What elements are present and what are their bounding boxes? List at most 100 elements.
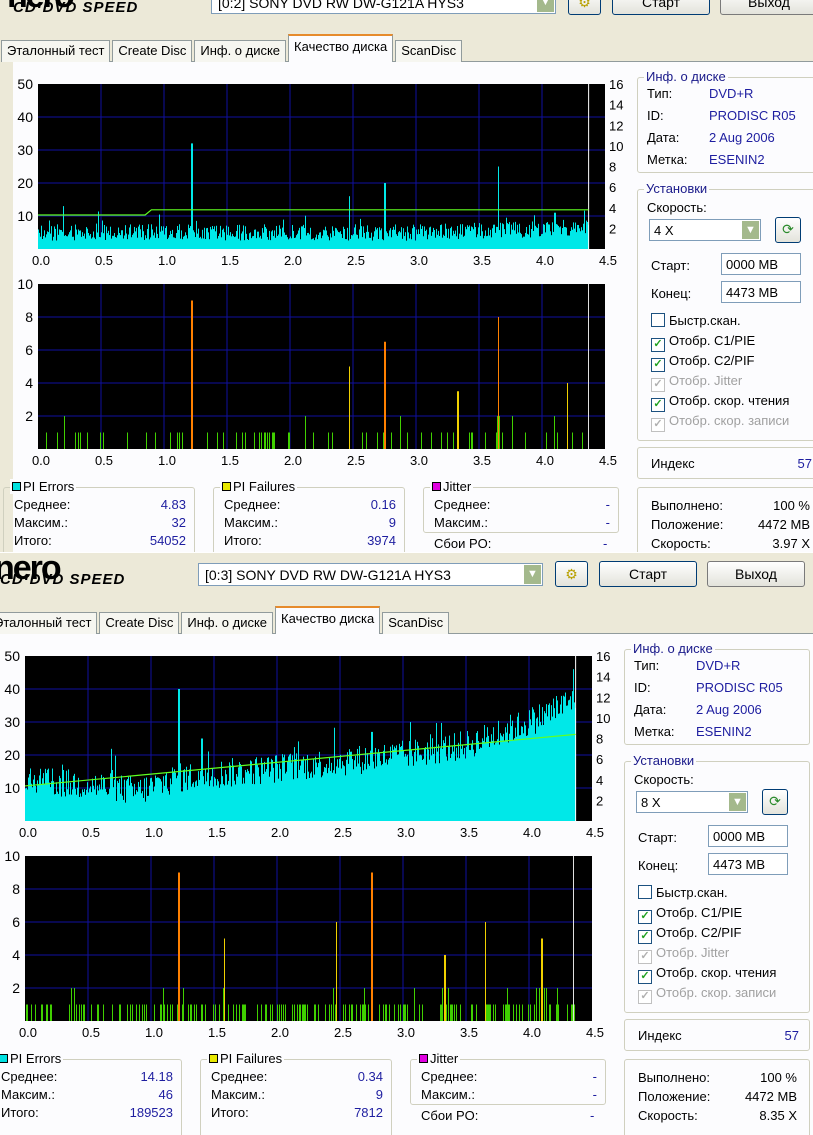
data-bar xyxy=(295,237,296,249)
option-checkbox[interactable]: ✓ Отобр. скор. чтения xyxy=(651,393,789,413)
checkbox-icon[interactable]: ✓ xyxy=(638,990,652,1004)
speed-select[interactable]: 8 X ▼ xyxy=(636,791,748,813)
refresh-speed-button[interactable]: ⟳ xyxy=(762,789,788,815)
jitter-avg-value: - xyxy=(605,497,610,512)
data-bar xyxy=(295,758,296,821)
data-bar xyxy=(75,224,76,249)
option-checkbox[interactable]: ✓ Отобр. скор. чтения xyxy=(638,965,776,985)
data-bar xyxy=(301,226,302,249)
checkbox-icon[interactable] xyxy=(651,313,665,327)
tab-benchmark[interactable]: Эталонный тест xyxy=(1,40,111,62)
tab-scandisc[interactable]: ScanDisc xyxy=(382,612,450,634)
data-bar xyxy=(499,416,500,449)
chevron-down-icon[interactable]: ▼ xyxy=(729,793,746,811)
data-bar xyxy=(232,233,233,249)
data-bar xyxy=(570,696,571,821)
exit-button[interactable]: Выход xyxy=(720,0,813,15)
data-bar xyxy=(104,778,105,821)
option-checkbox[interactable]: Быстр.скан. xyxy=(651,313,789,333)
option-checkbox[interactable]: ✓ Отобр. C1/PIE xyxy=(651,333,789,353)
data-bar xyxy=(58,793,59,821)
checkbox-icon[interactable]: ✓ xyxy=(638,970,652,984)
speed-select[interactable]: 4 X ▼ xyxy=(649,219,761,241)
end-input[interactable]: 4473 MB xyxy=(721,281,801,303)
exit-button[interactable]: Выход xyxy=(707,561,805,587)
chevron-down-icon[interactable]: ▼ xyxy=(524,565,541,584)
data-bar xyxy=(191,143,192,249)
data-bar xyxy=(472,227,473,249)
tab-benchmark[interactable]: Эталонный тест xyxy=(0,612,98,634)
x-tick-label: 3.5 xyxy=(473,253,491,268)
data-bar xyxy=(197,233,198,249)
drive-select[interactable]: [0:3] SONY DVD RW DW-G121A HYS3 ▼ xyxy=(198,563,543,586)
data-bar xyxy=(155,775,156,821)
data-bar xyxy=(447,760,448,821)
data-bar xyxy=(510,234,511,249)
data-bar xyxy=(441,722,442,821)
data-bar xyxy=(169,235,170,249)
data-bar xyxy=(510,714,511,821)
checkbox-icon[interactable]: ✓ xyxy=(638,930,652,944)
drive-config-button[interactable]: ⚙ xyxy=(555,561,588,587)
data-bar xyxy=(456,236,457,249)
tab-create-disc[interactable]: Create Disc xyxy=(99,612,180,634)
data-bar xyxy=(315,1004,316,1021)
tab-disc-quality[interactable]: Качество диска xyxy=(275,606,381,634)
checkbox-icon[interactable]: ✓ xyxy=(638,910,652,924)
checkbox-icon[interactable]: ✓ xyxy=(651,418,665,432)
data-bar xyxy=(168,791,169,821)
pif-total-value: 3974 xyxy=(367,533,396,548)
data-bar xyxy=(555,718,556,821)
checkbox-icon[interactable]: ✓ xyxy=(638,950,652,964)
end-input[interactable]: 4473 MB xyxy=(708,853,788,875)
checkbox-icon[interactable]: ✓ xyxy=(651,398,665,412)
data-bar xyxy=(572,229,573,249)
tab-scandisc[interactable]: ScanDisc xyxy=(395,40,463,62)
tab-disc-info[interactable]: Инф. о диске xyxy=(181,612,274,634)
data-bar xyxy=(277,235,278,249)
checkbox-icon[interactable]: ✓ xyxy=(651,358,665,372)
option-checkbox[interactable]: ✓ Отобр. C2/PIF xyxy=(651,353,789,373)
data-bar xyxy=(573,222,574,249)
x-tick-label: 1.5 xyxy=(208,825,226,840)
data-bar xyxy=(344,766,345,821)
data-bar xyxy=(564,696,565,821)
data-bar xyxy=(497,226,498,249)
data-bar xyxy=(536,227,537,249)
data-bar xyxy=(151,224,152,249)
tab-disc-info[interactable]: Инф. о диске xyxy=(194,40,287,62)
data-bar xyxy=(98,1004,99,1021)
data-bar xyxy=(363,770,364,821)
data-bar xyxy=(262,228,263,249)
checkbox-icon[interactable]: ✓ xyxy=(651,338,665,352)
option-checkbox[interactable]: ✓ Отобр. C1/PIE xyxy=(638,905,776,925)
chevron-down-icon[interactable]: ▼ xyxy=(742,221,759,239)
data-bar xyxy=(128,234,129,249)
disc-info-group: Инф. о диске Тип: DVD+R ID: PRODISC R05 Да… xyxy=(624,641,810,745)
data-bar xyxy=(203,776,204,821)
drive-select[interactable]: [0:2] SONY DVD RW DW-G121A HYS3 ▼ xyxy=(211,0,556,14)
data-bar xyxy=(282,754,283,821)
refresh-speed-button[interactable]: ⟳ xyxy=(775,217,801,243)
start-input[interactable]: 0000 MB xyxy=(708,825,788,847)
checkbox-icon[interactable] xyxy=(638,885,652,899)
option-checkbox[interactable]: Быстр.скан. xyxy=(638,885,776,905)
data-bar xyxy=(257,1004,258,1021)
tab-disc-quality[interactable]: Качество диска xyxy=(288,34,394,62)
start-input[interactable]: 0000 MB xyxy=(721,253,801,275)
start-button[interactable]: Старт xyxy=(599,561,697,587)
data-bar xyxy=(167,1004,168,1021)
option-checkbox[interactable]: ✓ Отобр. C2/PIF xyxy=(638,925,776,945)
data-bar xyxy=(144,1004,145,1021)
chevron-down-icon[interactable]: ▼ xyxy=(537,0,554,12)
data-bar xyxy=(584,210,585,249)
date-label: Дата: xyxy=(647,130,680,145)
tab-create-disc[interactable]: Create Disc xyxy=(112,40,193,62)
data-bar xyxy=(540,236,541,249)
data-bar xyxy=(562,228,563,249)
start-button[interactable]: Старт xyxy=(612,0,710,15)
drive-config-button[interactable]: ⚙ xyxy=(568,0,601,15)
checkbox-icon[interactable]: ✓ xyxy=(651,378,665,392)
data-bar xyxy=(252,236,253,249)
data-bar xyxy=(371,731,372,821)
